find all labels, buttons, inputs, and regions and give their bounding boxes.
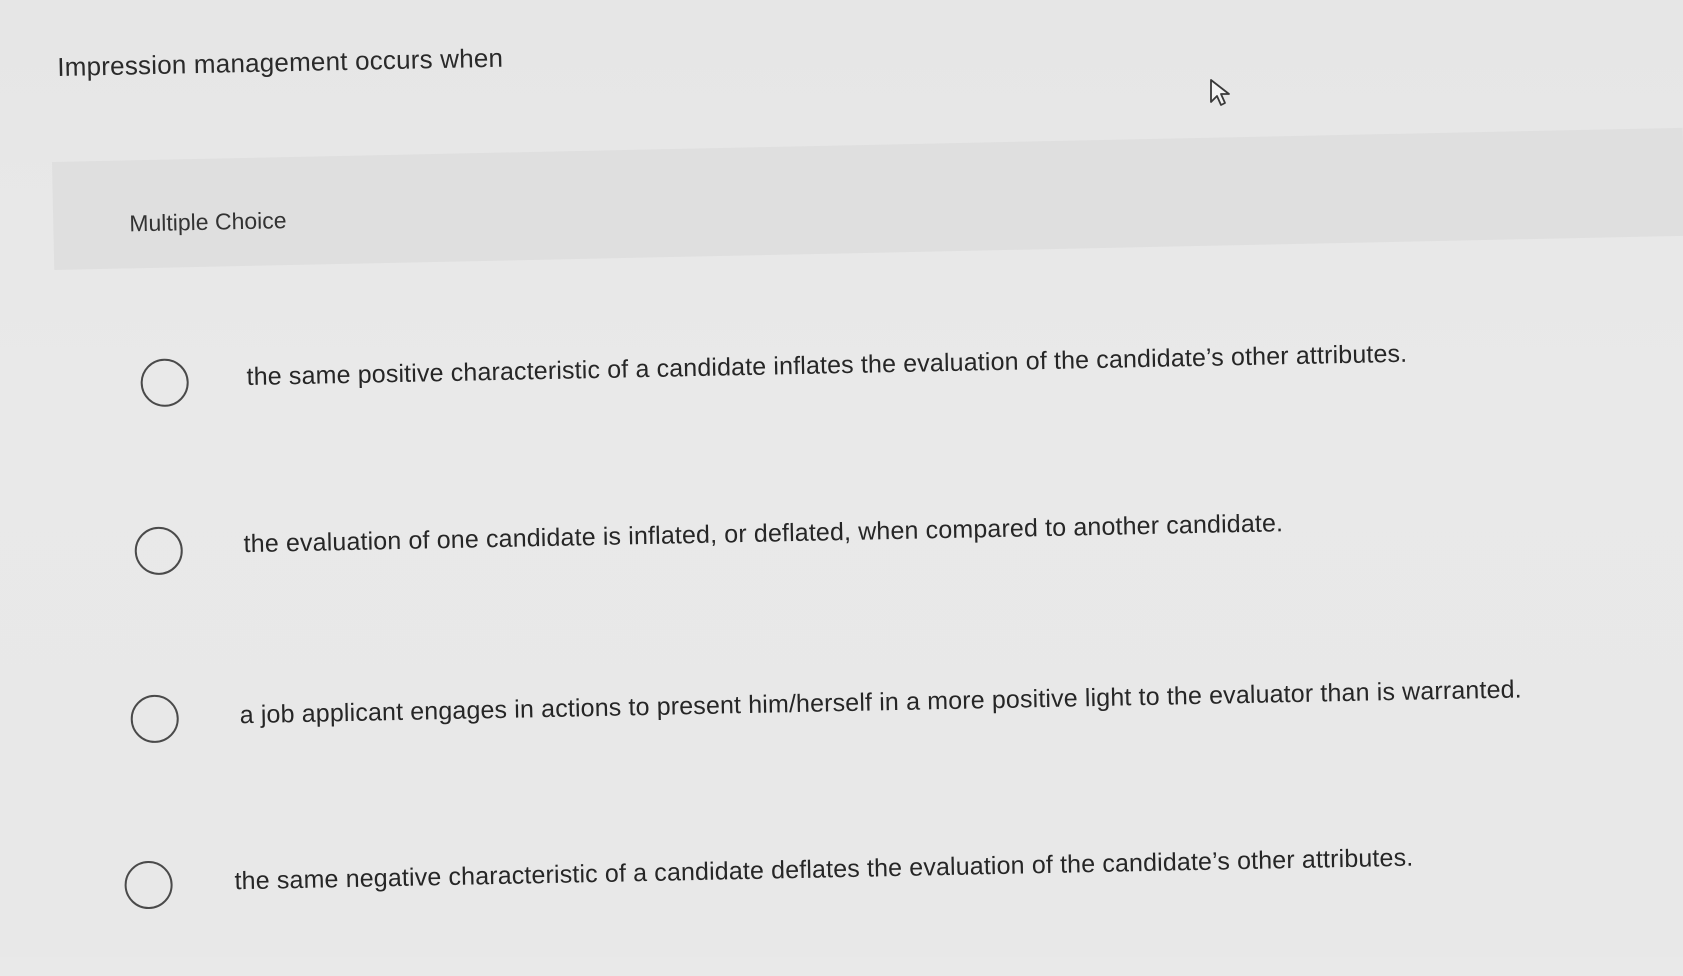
answer-option-text[interactable]: a job applicant engages in actions to pr… [239, 675, 1522, 730]
answer-option-text[interactable]: the same negative characteristic of a ca… [234, 844, 1413, 897]
radio-unselected-icon[interactable] [134, 526, 184, 576]
quiz-page: Impression management occurs when Multip… [0, 0, 1683, 957]
answer-option-text[interactable]: the evaluation of one candidate is infla… [243, 509, 1283, 559]
answer-option-3[interactable]: a job applicant engages in actions to pr… [0, 650, 1683, 804]
radio-unselected-icon[interactable] [130, 694, 180, 744]
answer-options: the same positive characteristic of a ca… [0, 0, 1683, 957]
radio-unselected-icon[interactable] [140, 358, 190, 408]
radio-unselected-icon[interactable] [124, 860, 174, 910]
answer-option-1[interactable]: the same positive characteristic of a ca… [0, 316, 1683, 470]
answer-option-4[interactable]: the same negative characteristic of a ca… [0, 822, 1683, 976]
answer-option-2[interactable]: the evaluation of one candidate is infla… [0, 481, 1683, 635]
answer-option-text[interactable]: the same positive characteristic of a ca… [246, 340, 1407, 392]
